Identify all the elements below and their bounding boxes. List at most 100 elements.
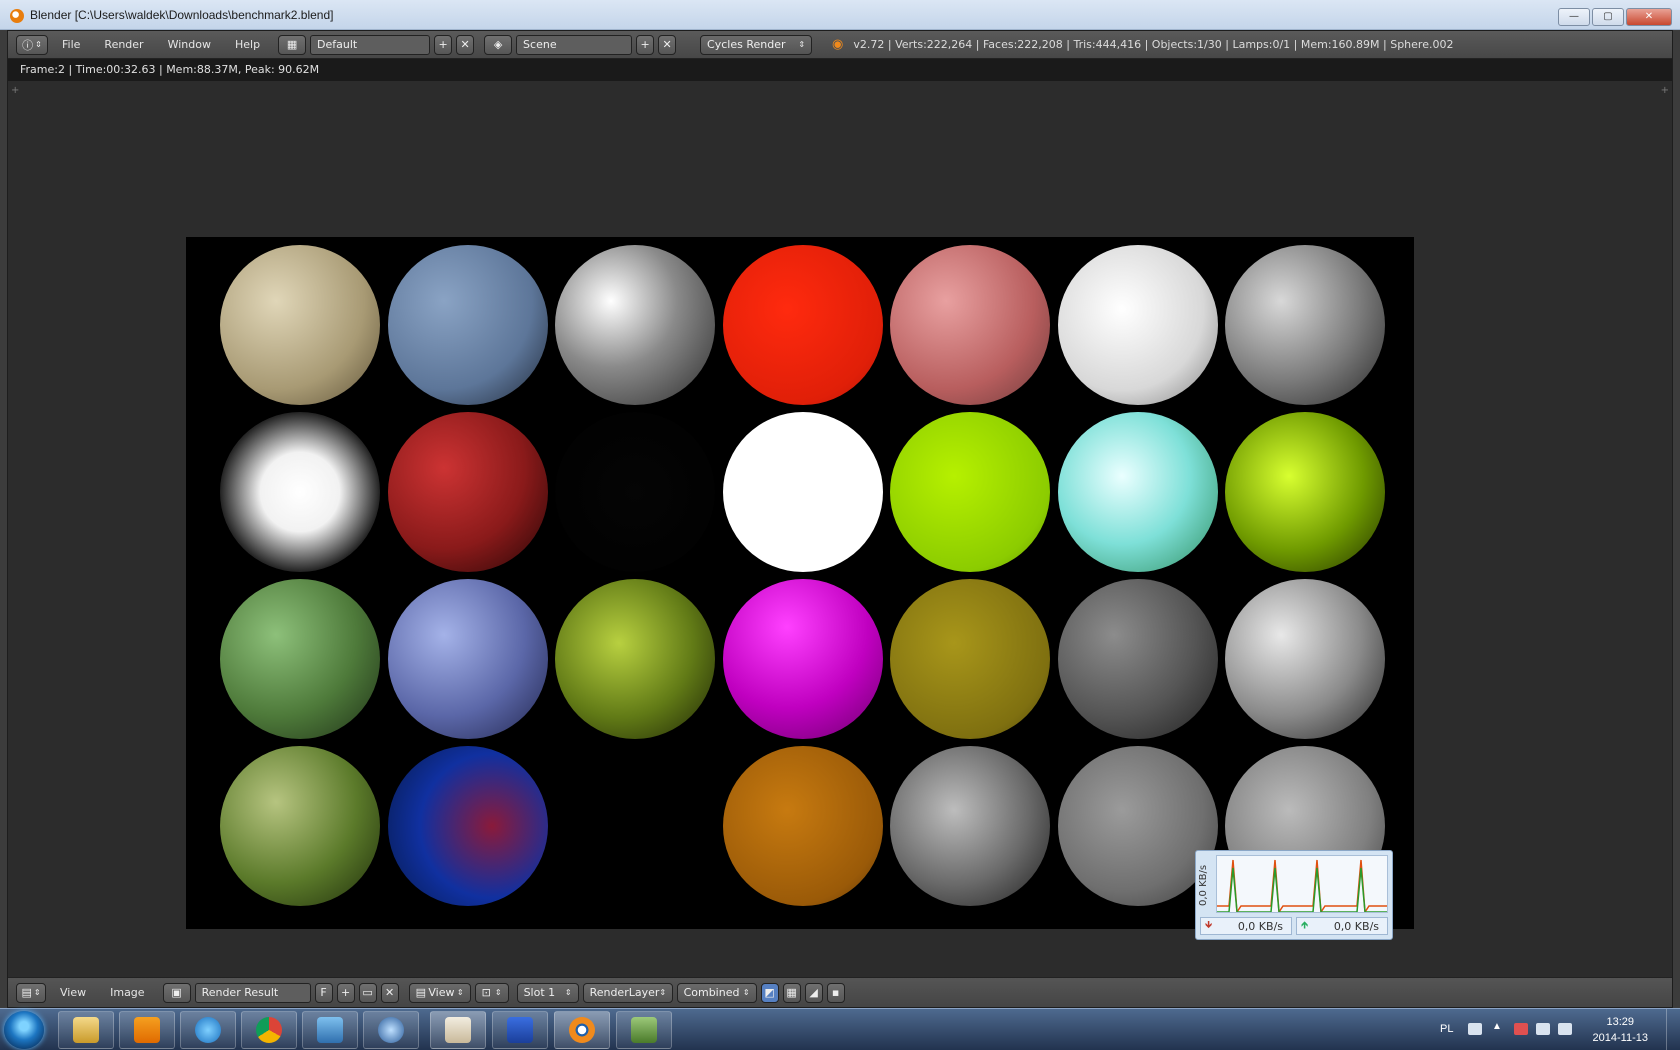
blender-window: ⓘ ⇕ File Render Window Help ▦ Default + ✕… bbox=[7, 30, 1673, 1008]
render-engine-dropdown[interactable]: Cycles Render ⇕ bbox=[700, 34, 813, 55]
network-icon[interactable] bbox=[1536, 1023, 1550, 1035]
image-name-field[interactable]: Render Result bbox=[194, 982, 311, 1003]
scene-icon: ◈ bbox=[493, 38, 503, 51]
close-icon: ✕ bbox=[460, 38, 470, 51]
slot-dropdown[interactable]: Slot 1 ⇕ bbox=[516, 982, 579, 1003]
draw-options-button[interactable]: ▪ bbox=[826, 982, 845, 1003]
plus-icon: + bbox=[438, 38, 448, 51]
taskbar-chrome[interactable] bbox=[241, 1011, 297, 1049]
render-sphere bbox=[1057, 412, 1218, 572]
close-button[interactable]: ✕ bbox=[1626, 8, 1672, 26]
pivot-dropdown[interactable]: ⊡ ⇕ bbox=[474, 982, 509, 1003]
taskbar-thunderbird[interactable] bbox=[363, 1011, 419, 1049]
scene-field[interactable]: Scene bbox=[516, 34, 633, 55]
updown-arrows-icon: ⇕ bbox=[742, 988, 750, 997]
add-scene-button[interactable]: + bbox=[636, 34, 655, 55]
draw-zbuffer-button[interactable]: ◢ bbox=[804, 982, 823, 1003]
menu-file[interactable]: File bbox=[52, 38, 90, 51]
minimize-button[interactable]: — bbox=[1558, 8, 1590, 26]
render-sphere bbox=[890, 746, 1050, 906]
delete-screen-button[interactable]: ✕ bbox=[456, 34, 475, 55]
clock-time: 13:29 bbox=[1606, 1016, 1635, 1028]
taskbar-explorer[interactable] bbox=[58, 1011, 114, 1049]
unlink-image-button[interactable]: ✕ bbox=[380, 982, 399, 1003]
render-sphere bbox=[387, 746, 548, 906]
show-hidden-icons-icon[interactable]: ▲ bbox=[1492, 1021, 1502, 1032]
render-sphere bbox=[555, 412, 715, 572]
render-sphere bbox=[555, 579, 715, 739]
render-layer-label: RenderLayer bbox=[589, 986, 660, 999]
taskbar-blender[interactable] bbox=[554, 1011, 610, 1049]
fake-user-button[interactable]: F bbox=[314, 982, 333, 1003]
new-image-button[interactable]: + bbox=[336, 982, 355, 1003]
render-sphere bbox=[1225, 412, 1385, 572]
view-mode-dropdown[interactable]: ▤ View ⇕ bbox=[408, 982, 471, 1003]
editor-type-button[interactable]: ⓘ ⇕ bbox=[16, 34, 48, 55]
taskbar-tool-app[interactable] bbox=[430, 1011, 486, 1049]
action-center-icon[interactable] bbox=[1514, 1023, 1528, 1035]
image-icon: ▣ bbox=[171, 986, 182, 999]
render-pass-label: Combined bbox=[683, 986, 740, 999]
upload-rate: 0,0 KB/s bbox=[1333, 919, 1379, 933]
open-image-button[interactable]: ▭ bbox=[358, 982, 377, 1003]
clock-date: 2014-11-13 bbox=[1592, 1032, 1648, 1044]
render-pass-dropdown[interactable]: Combined ⇕ bbox=[676, 982, 757, 1003]
area-split-icon[interactable]: + bbox=[11, 85, 19, 96]
screen-layout-field[interactable]: Default bbox=[310, 34, 431, 55]
tool-icon bbox=[445, 1017, 471, 1043]
layout-icon: ▦ bbox=[286, 38, 298, 51]
render-sphere bbox=[1225, 245, 1385, 405]
menu-render[interactable]: Render bbox=[94, 38, 153, 51]
close-icon: ✕ bbox=[384, 986, 395, 999]
render-sphere bbox=[1057, 579, 1218, 739]
chrome-icon bbox=[256, 1017, 282, 1043]
updown-arrows-icon: ⇕ bbox=[456, 988, 464, 997]
taskbar-network-app[interactable] bbox=[302, 1011, 358, 1049]
menu-view[interactable]: View bbox=[50, 986, 96, 999]
taskbar-media-player[interactable] bbox=[119, 1011, 175, 1049]
close-icon: ✕ bbox=[662, 38, 672, 51]
image-editor-header: ▤ ⇕ View Image ▣ Render Result F + ▭ ✕ ▤ … bbox=[8, 977, 1672, 1007]
delete-scene-button[interactable]: ✕ bbox=[658, 34, 677, 55]
taskbar-internet-explorer[interactable] bbox=[180, 1011, 236, 1049]
network-meter-gadget[interactable]: 0,0 KB/s 🡻 0,0 KB/s 🡹 0,0 KB/s bbox=[1195, 850, 1393, 940]
add-screen-button[interactable]: + bbox=[434, 34, 453, 55]
keyboard-icon[interactable] bbox=[1468, 1023, 1482, 1035]
updown-arrows-icon: ⇕ bbox=[564, 988, 572, 997]
download-readout: 🡻 0,0 KB/s bbox=[1200, 917, 1292, 935]
taskbar-monitor-app[interactable] bbox=[616, 1011, 672, 1049]
draw-alpha-button[interactable]: ▦ bbox=[782, 982, 801, 1003]
menu-window[interactable]: Window bbox=[158, 38, 221, 51]
scene-selector[interactable]: ◈ bbox=[484, 34, 513, 55]
maximize-button[interactable]: ▢ bbox=[1592, 8, 1624, 26]
options-icon: ▪ bbox=[831, 986, 840, 999]
scene-stats: v2.72 | Verts:222,264 | Faces:222,208 | … bbox=[853, 38, 1454, 51]
editor-type-button[interactable]: ▤ ⇕ bbox=[16, 982, 46, 1003]
render-sphere bbox=[1225, 579, 1385, 739]
render-sphere bbox=[387, 412, 548, 572]
window-controls: — ▢ ✕ bbox=[1558, 8, 1672, 26]
draw-color-button[interactable]: ◩ bbox=[760, 982, 779, 1003]
menu-image[interactable]: Image bbox=[100, 986, 154, 999]
start-button[interactable] bbox=[4, 1011, 44, 1049]
window-title-bar[interactable]: Blender [C:\Users\waldek\Downloads\bench… bbox=[0, 0, 1680, 30]
window-title: Blender [C:\Users\waldek\Downloads\bench… bbox=[30, 8, 334, 22]
updown-arrows-icon: ⇕ bbox=[35, 40, 42, 49]
menu-help[interactable]: Help bbox=[225, 38, 270, 51]
info-icon: ⓘ bbox=[22, 38, 34, 52]
blender-app-icon bbox=[10, 9, 24, 23]
area-split-icon[interactable]: + bbox=[1661, 85, 1669, 96]
image-viewport[interactable]: + + 0,0 KB/s 🡻 0,0 KB/s 🡹 0,0 KB/s bbox=[8, 81, 1672, 977]
show-desktop-button[interactable] bbox=[1666, 1009, 1680, 1050]
clock[interactable]: 13:29 2014-11-13 bbox=[1593, 1014, 1648, 1046]
screen-layout-selector[interactable]: ▦ bbox=[278, 34, 307, 55]
render-sphere bbox=[1057, 746, 1218, 906]
language-indicator[interactable]: PL bbox=[1440, 1023, 1453, 1035]
taskbar-disk-app[interactable] bbox=[492, 1011, 548, 1049]
render-layer-dropdown[interactable]: RenderLayer ⇕ bbox=[582, 982, 673, 1003]
network-scale-label: 0,0 KB/s bbox=[1198, 864, 1209, 906]
render-sphere bbox=[220, 245, 380, 405]
folder-icon bbox=[73, 1017, 99, 1043]
image-browse-button[interactable]: ▣ bbox=[162, 982, 191, 1003]
volume-icon[interactable] bbox=[1558, 1023, 1572, 1035]
